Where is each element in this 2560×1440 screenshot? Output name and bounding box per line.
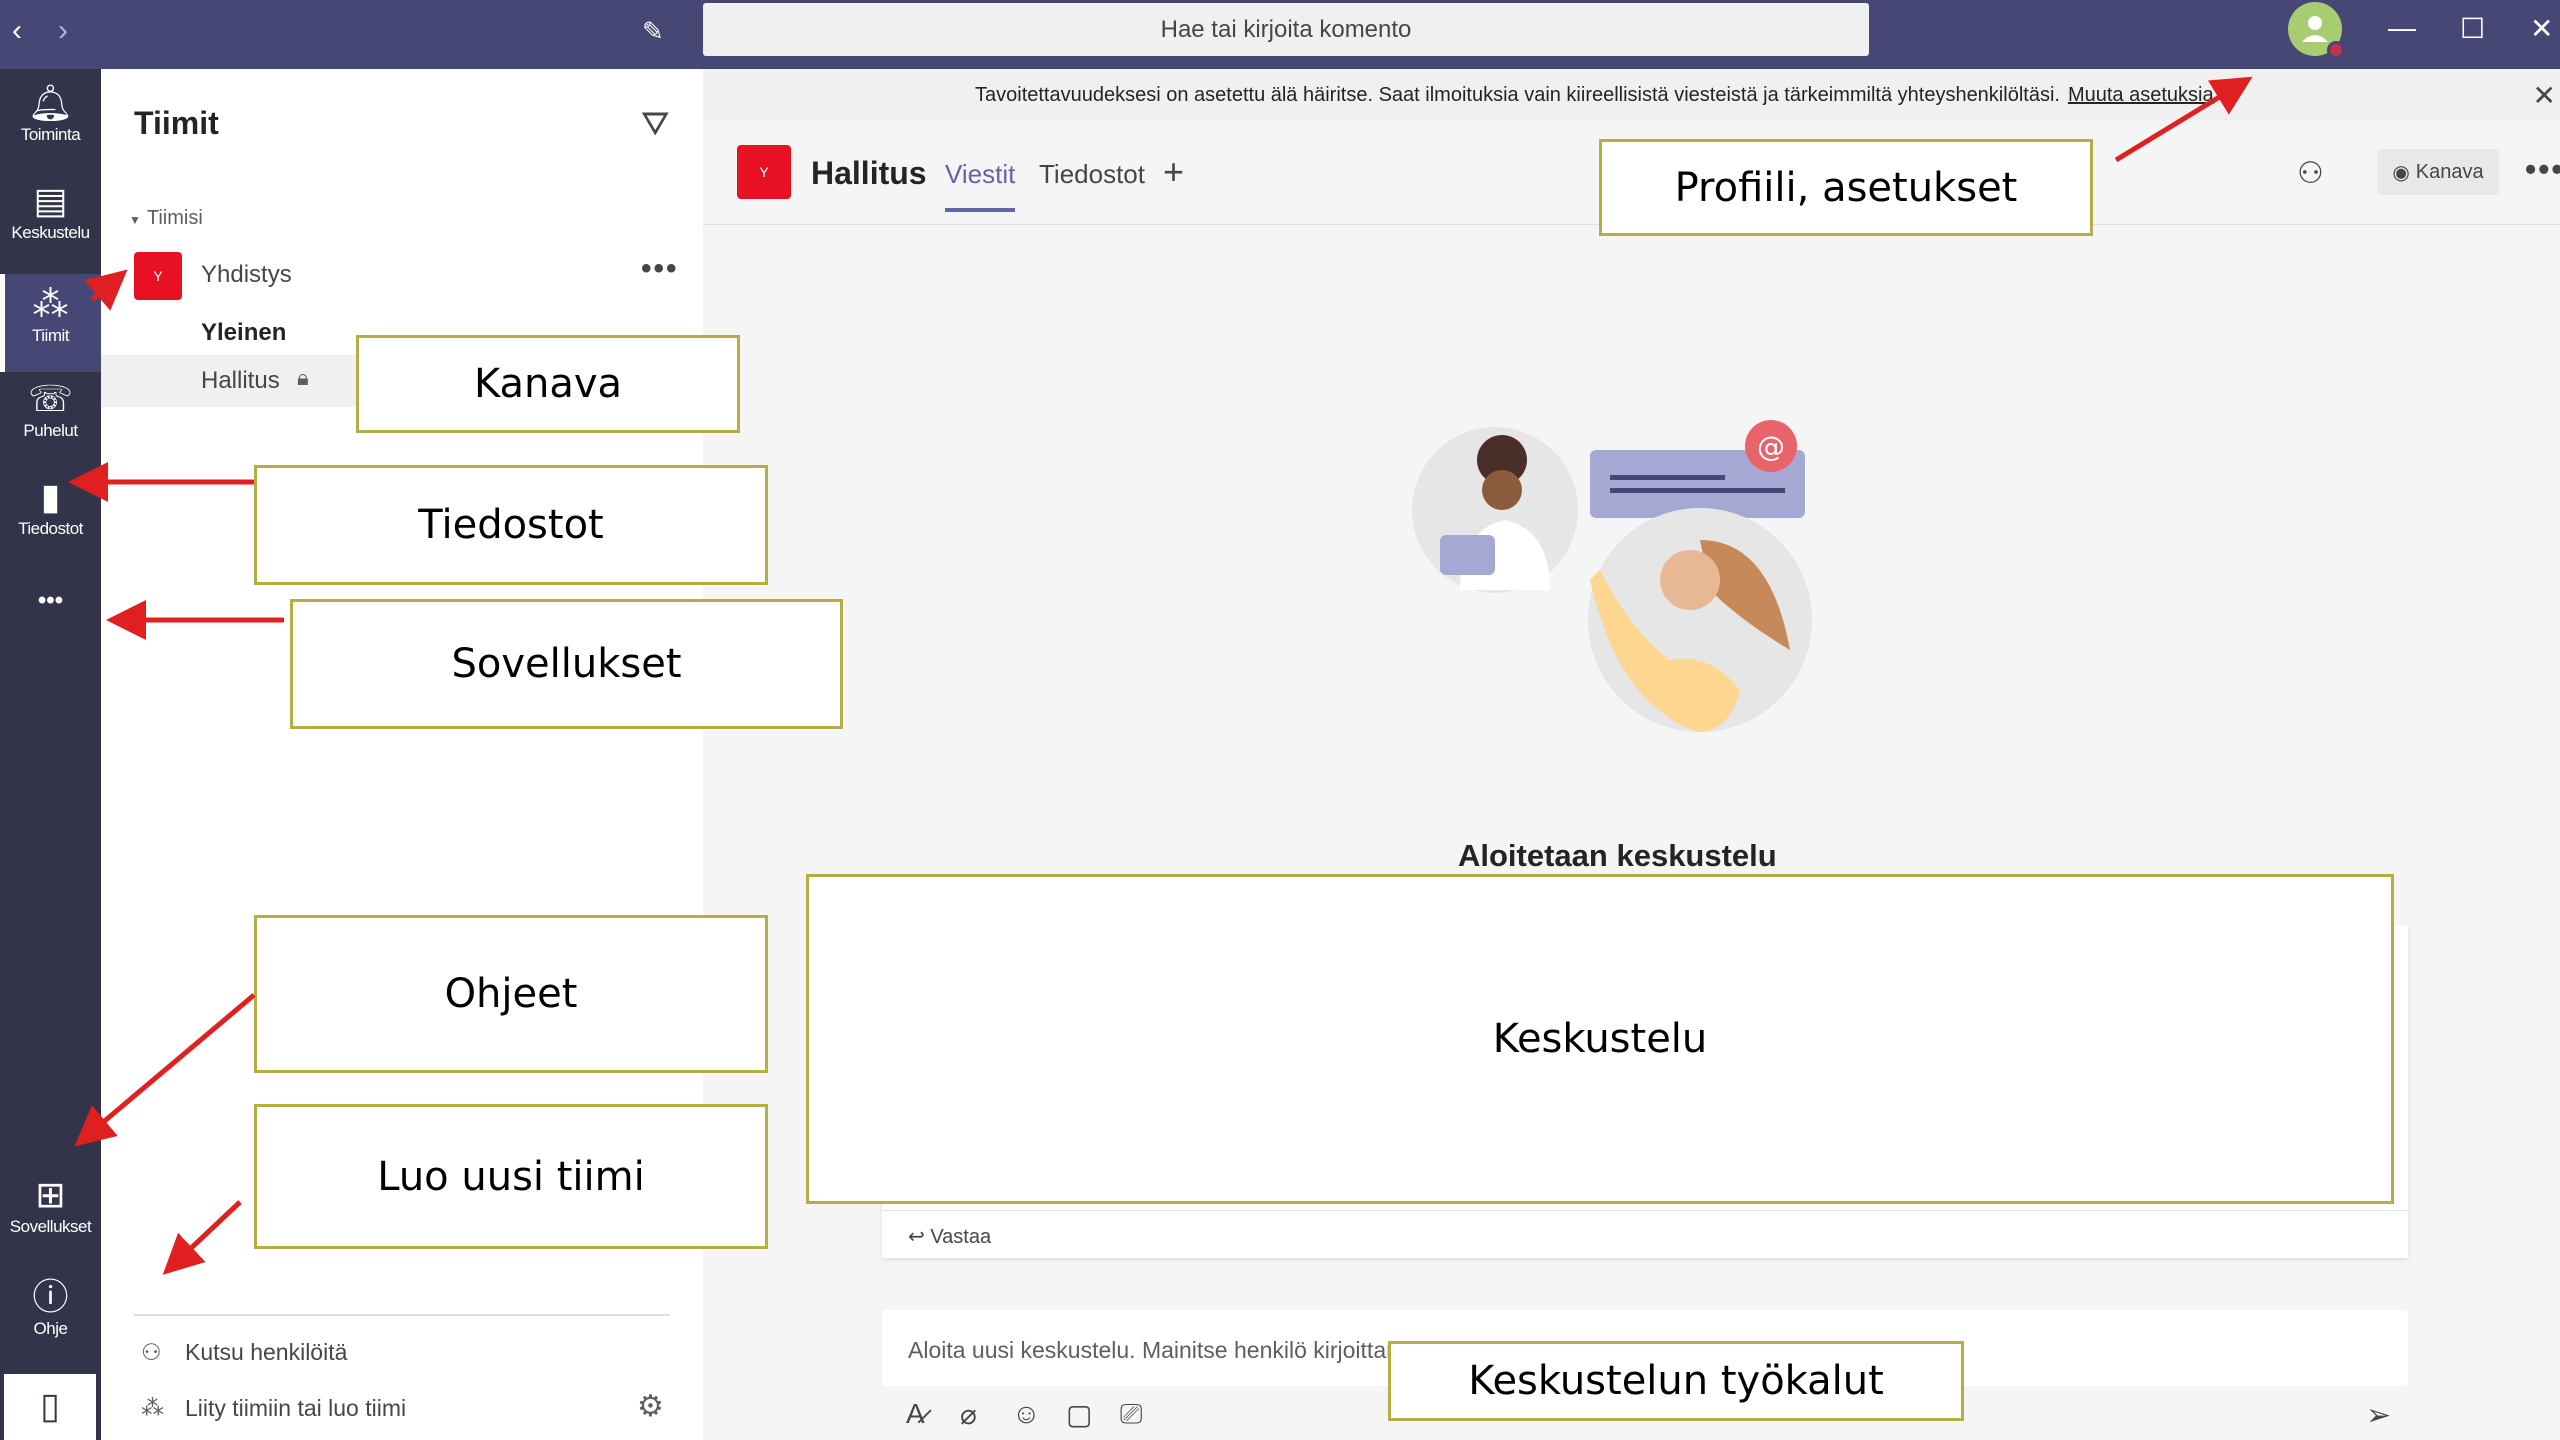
empty-state-title: Aloitetaan keskustelu: [1458, 838, 1777, 873]
sticker-icon[interactable]: ▢: [1066, 1398, 1092, 1431]
tab-files[interactable]: Tiedostot: [1039, 159, 1145, 190]
rail-label: Tiedostot: [18, 519, 83, 538]
notification-banner: Tavoitettavuudeksesi on asetettu älä häi…: [703, 69, 2560, 121]
format-icon[interactable]: A̷: [906, 1398, 925, 1430]
close-icon[interactable]: ✕: [2533, 79, 2556, 112]
rail-label: Sovellukset: [9, 1217, 92, 1236]
rail-label: Puhelut: [23, 421, 78, 440]
team-avatar: Y: [737, 145, 791, 199]
divider: [134, 1314, 670, 1316]
join-or-create-team-button[interactable]: ⁂ Liity tiimiin tai luo tiimi: [141, 1395, 406, 1422]
gear-icon[interactable]: ⚙: [637, 1389, 664, 1424]
join-label: Liity tiimiin tai luo tiimi: [185, 1395, 407, 1421]
rail-label: Tiimit: [32, 326, 69, 345]
team-more-options-icon[interactable]: •••: [641, 252, 679, 286]
rail-label: Toiminta: [20, 125, 81, 144]
lock-icon: 🔒︎: [297, 365, 309, 390]
profile-avatar[interactable]: [2288, 2, 2345, 59]
search-placeholder: Hae tai kirjoita komento: [1160, 15, 1412, 43]
more-options-icon[interactable]: •••: [2525, 151, 2560, 188]
phone-icon: ☏: [27, 378, 74, 419]
teams-window: ‹ › ✎ Hae tai kirjoita komento — ☐ ✕ 🔔︎ …: [0, 0, 2560, 1440]
callout-files: Tiedostot: [254, 465, 768, 585]
section-label-text: Tiimisi: [146, 207, 203, 229]
send-icon[interactable]: ➢: [2366, 1398, 2391, 1433]
channel-info-button[interactable]: ◉ Kanava: [2377, 149, 2499, 195]
callout-channel: Kanava: [356, 335, 740, 433]
callout-conversation: Keskustelu: [806, 874, 2394, 1204]
add-tab-icon[interactable]: +: [1163, 151, 1184, 193]
channel-title: Hallitus: [811, 155, 927, 191]
title-bar: ‹ › ✎ Hae tai kirjoita komento — ☐ ✕: [0, 0, 2560, 69]
eye-icon: ◉: [2392, 161, 2410, 184]
rail-label: Ohje: [33, 1319, 68, 1338]
chat-icon: ▤: [33, 180, 68, 221]
change-settings-link[interactable]: Muuta asetuksia: [2068, 84, 2214, 106]
tab-posts[interactable]: Viestit: [945, 159, 1016, 212]
banner-message: Tavoitettavuudeksesi on asetettu älä häi…: [975, 84, 2060, 106]
attach-icon[interactable]: ⌀: [960, 1398, 977, 1431]
people-icon[interactable]: ⚇: [2297, 156, 2324, 191]
caret-down-icon: ▼: [129, 213, 141, 227]
rail-item-teams[interactable]: ⁂ Tiimit: [0, 274, 101, 372]
banner-text: Tavoitettavuudeksesi on asetettu älä häi…: [975, 84, 2214, 107]
team-avatar[interactable]: Y: [134, 252, 182, 300]
emoji-icon[interactable]: ☺: [1012, 1398, 1041, 1430]
person-add-icon: ⚇: [141, 1339, 162, 1365]
do-not-disturb-icon: [2327, 41, 2345, 59]
pane-title: Tiimit: [134, 105, 219, 141]
rail-item-files[interactable]: ▮ Tiedostot: [0, 477, 101, 563]
rail-item-calls[interactable]: ☏ Puhelut: [0, 379, 101, 465]
filter-icon[interactable]: ⛛: [641, 105, 670, 144]
channel-label: Hallitus: [201, 367, 280, 394]
forward-icon[interactable]: ›: [58, 14, 68, 48]
callout-compose-tools: Keskustelun työkalut: [1388, 1341, 1964, 1421]
rail-item-apps[interactable]: ⊞ Sovellukset: [0, 1175, 101, 1261]
app-bar: 🔔︎ Toiminta ▤ Keskustelu ⁂ Tiimit ☏ Puhe…: [0, 69, 101, 1440]
svg-text:@: @: [1757, 430, 1785, 463]
channel-item-general[interactable]: Yleinen: [201, 319, 286, 347]
search-input[interactable]: Hae tai kirjoita komento: [703, 3, 1869, 56]
maximize-icon[interactable]: ☐: [2460, 12, 2485, 45]
close-icon[interactable]: ✕: [2530, 12, 2553, 45]
minimize-icon[interactable]: —: [2388, 12, 2416, 44]
reply-button[interactable]: ↩︎ Vastaa: [882, 1210, 2408, 1258]
reply-icon: ↩︎: [908, 1226, 925, 1248]
rail-label: Keskustelu: [11, 223, 90, 242]
rail-item-chat[interactable]: ▤ Keskustelu: [0, 181, 101, 267]
empty-state-illustration: @: [1412, 420, 1812, 732]
teams-icon: ⁂: [32, 283, 69, 324]
callout-new-team: Luo uusi tiimi: [254, 1104, 768, 1249]
meet-now-icon[interactable]: ⎚: [1120, 1398, 1142, 1431]
apps-icon: ⊞: [35, 1174, 66, 1215]
invite-label: Kutsu henkilöitä: [185, 1339, 348, 1365]
callout-profile: Profiili, asetukset: [1599, 139, 2093, 236]
back-icon[interactable]: ‹: [12, 14, 22, 48]
team-name[interactable]: Yhdistys: [201, 261, 292, 289]
section-label[interactable]: ▼ Tiimisi: [129, 207, 203, 230]
callout-help: Ohjeet: [254, 915, 768, 1073]
channel-info-label: Kanava: [2415, 160, 2484, 183]
team-add-icon: ⁂: [141, 1395, 164, 1421]
compose-new-chat-icon[interactable]: ✎: [642, 16, 664, 47]
more-icon: •••: [37, 587, 64, 614]
callout-apps: Sovellukset: [290, 599, 843, 729]
rail-item-activity[interactable]: 🔔︎ Toiminta: [0, 83, 101, 169]
rail-item-help[interactable]: ⓘ Ohje: [0, 1277, 101, 1363]
file-icon: ▮: [40, 476, 61, 517]
invite-people-button[interactable]: ⚇ Kutsu henkilöitä: [141, 1339, 347, 1366]
mobile-icon: ▯: [40, 1385, 60, 1426]
help-icon: ⓘ: [32, 1276, 69, 1317]
bell-icon: 🔔︎: [27, 82, 74, 123]
mobile-app-button[interactable]: ▯: [4, 1374, 96, 1440]
more-apps-button[interactable]: •••: [0, 587, 101, 637]
reply-label: Vastaa: [930, 1226, 992, 1248]
